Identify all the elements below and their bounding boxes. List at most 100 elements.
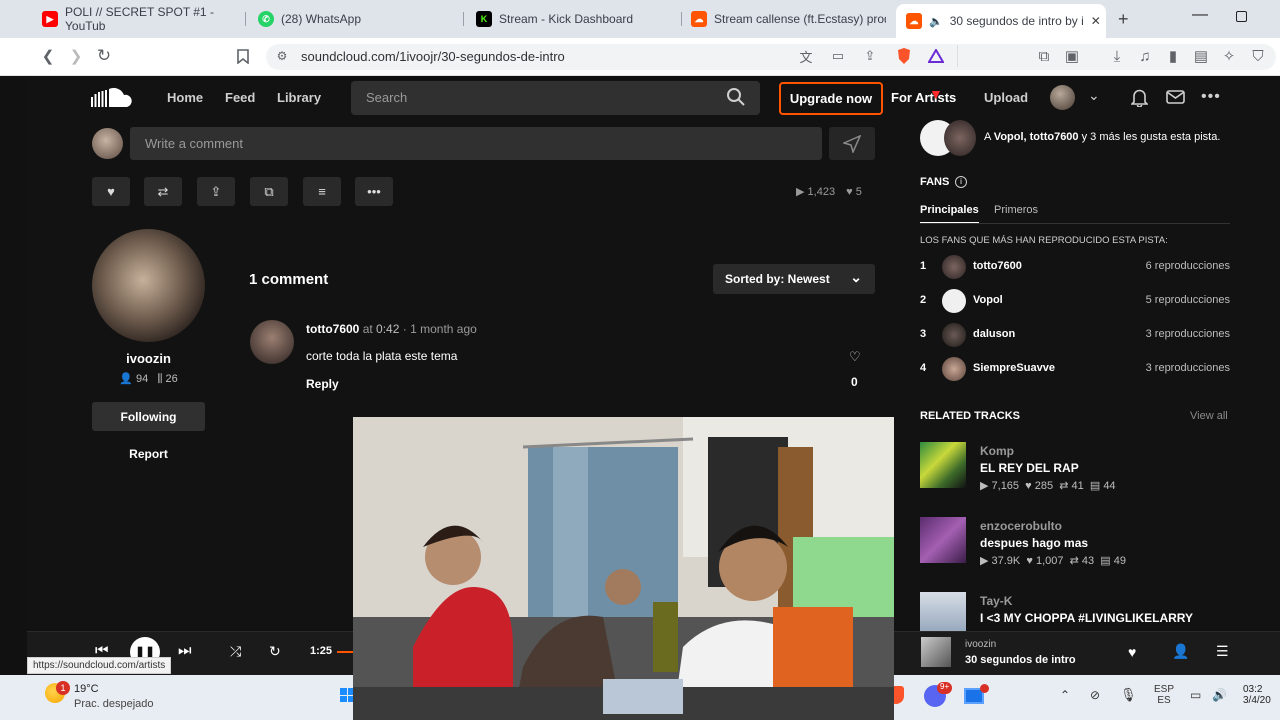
leo-ai-icon[interactable]: ✧ [1219,46,1239,66]
comment-avatar[interactable] [250,320,294,364]
track-artwork[interactable] [920,517,966,563]
related-track[interactable]: Tay-K I <3 MY CHOPPA #LIVINGLIKELARRY [920,592,1230,631]
download-icon[interactable]: ⤓ [1107,46,1127,66]
extensions-icon[interactable]: ⧉ [1034,46,1054,66]
progress-bar[interactable] [337,651,353,653]
mail-icon[interactable] [1166,90,1185,109]
related-track[interactable]: Komp EL REY DEL RAP ▶ 7,165 ♥ 285 ⇄ 41 ▤… [920,442,1230,502]
tab-whatsapp[interactable]: ✆ (28) WhatsApp [248,6,453,32]
site-settings-icon[interactable]: ⚙ [272,46,292,66]
network-off-icon[interactable]: ⊘ [1090,688,1100,702]
user-avatar[interactable] [1050,85,1075,110]
share-icon[interactable]: ⇪ [860,46,880,66]
tray-chevron-icon[interactable]: ⌃ [1060,688,1070,702]
artist-avatar[interactable] [92,229,205,342]
now-playing-artwork[interactable] [921,637,951,667]
weather-desc[interactable]: Prac. despejado [74,698,154,710]
upgrade-button[interactable]: Upgrade now [779,82,883,115]
tab-soundcloud-active[interactable]: ☁ 🔈 30 segundos de intro by i ✕ [896,4,1106,38]
clock[interactable]: 03:2 3/4/20 [1243,684,1271,706]
player-like-icon[interactable]: ♥ [1128,644,1136,660]
display-icon[interactable]: ▭ [1190,688,1201,702]
new-tab-button[interactable]: + [1118,9,1129,30]
forward-icon[interactable]: ❯ [66,46,86,66]
search-input[interactable]: Search [351,81,760,115]
microphone-icon[interactable]: 🎙 [1120,687,1137,703]
fans-tab-principales[interactable]: Principales [920,204,979,224]
weather-temp[interactable]: 19°C [74,683,99,695]
tab-youtube[interactable]: ▶ POLI // SECRET SPOT #1 - YouTub [32,5,237,33]
close-tab-icon[interactable]: ✕ [1091,14,1101,28]
mouse-cursor-icon: ▼ [929,86,943,102]
comment-input[interactable]: Write a comment [130,127,822,160]
nav-home[interactable]: Home [167,90,203,105]
tab-soundcloud-stream[interactable]: ☁ Stream callense (ft.Ecstasy) prod.g [681,6,886,32]
comment-timestamp[interactable]: 0:42 [376,322,399,336]
track-artwork[interactable] [920,592,966,631]
repost-button[interactable]: ⇄ [144,177,182,206]
wallet2-icon[interactable]: ▤ [1191,46,1211,66]
nav-for-artists[interactable]: For Artists [891,90,956,105]
more-actions-button[interactable]: ••• [355,177,393,206]
send-comment-button[interactable] [829,127,875,160]
translate-icon[interactable]: 文 [796,46,816,66]
kick-icon: K [476,11,492,27]
discord-badge: 9+ [937,682,953,694]
nav-upload[interactable]: Upload [984,90,1028,105]
artist-name[interactable]: ivoozin [92,351,205,366]
fan-row[interactable]: 2 Vopol 5 reproducciones [920,289,1230,313]
queue-icon[interactable]: ☰ [1216,643,1229,660]
comment-user[interactable]: totto7600 [306,322,359,336]
reply-link[interactable]: Reply [306,377,339,391]
now-playing-title[interactable]: 30 segundos de intro [965,654,1076,666]
now-playing-artist[interactable]: ivoozin [965,639,996,650]
copy-link-button[interactable]: ⧉ [250,177,288,206]
volume-icon[interactable]: 🔊 [1212,688,1227,702]
track-artwork[interactable] [920,442,966,488]
fan-row[interactable]: 1 totto7600 6 reproducciones [920,255,1230,279]
sort-dropdown[interactable]: Sorted by: Newest ⌄ [713,264,875,294]
chevron-down-icon[interactable]: ⌄ [1088,87,1100,104]
comment-like-icon[interactable]: ♡ [849,349,861,365]
liker-avatar-totto[interactable] [944,120,976,156]
share-button[interactable]: ⇪ [197,177,235,206]
vpn-shield-icon[interactable]: ⛉ [1248,46,1268,66]
reload-icon[interactable]: ↻ [94,46,114,66]
soundcloud-logo[interactable] [91,85,137,114]
nav-library[interactable]: Library [277,90,321,105]
repeat-icon[interactable]: ↻ [269,643,281,660]
comments-count: 1 comment [249,271,329,288]
url-text[interactable]: soundcloud.com/1ivoojr/30-segundos-de-in… [301,49,565,64]
language-indicator[interactable]: ESP ES [1154,684,1174,706]
info-icon[interactable]: i [955,176,967,188]
shuffle-icon[interactable]: ⤮ [230,643,241,660]
media-icon[interactable]: ♫ [1135,46,1155,66]
maximize-button[interactable] [1236,11,1247,22]
cast-icon[interactable]: ▭ [828,46,848,66]
like-button[interactable]: ♥ [92,177,130,206]
windows-start-icon[interactable] [340,688,354,702]
fans-tab-primeros[interactable]: Primeros [994,204,1038,216]
more-menu-icon[interactable]: ••• [1201,88,1221,106]
brave-rewards-icon[interactable] [926,46,946,66]
add-to-playlist-button[interactable]: ≡ [303,177,341,206]
nav-feed[interactable]: Feed [225,90,255,105]
tab-kick[interactable]: K Stream - Kick Dashboard [466,6,671,32]
related-track[interactable]: enzocerobulto despues hago mas ▶ 37.9K ♥… [920,517,1230,577]
search-icon[interactable] [726,87,746,112]
sidebar-icon[interactable]: ▮ [1163,46,1183,66]
following-button[interactable]: Following [92,402,205,431]
brave-shield-icon[interactable] [894,46,914,66]
bookmark-icon[interactable] [233,46,253,66]
next-icon[interactable]: ⏭ [178,642,192,659]
bell-icon[interactable] [1130,88,1149,112]
minimize-button[interactable]: — [1192,6,1208,24]
fan-row[interactable]: 4 SiempreSuavve 3 reproducciones [920,357,1230,381]
report-link[interactable]: Report [92,447,205,461]
likers-names[interactable]: Vopol, totto7600 [994,131,1079,143]
view-all-link[interactable]: View all [1190,410,1228,422]
back-icon[interactable]: ❮ [38,46,58,66]
follow-artist-icon[interactable]: 👤 [1172,643,1189,660]
wallet-icon[interactable]: ▣ [1062,46,1082,66]
fan-row[interactable]: 3 daluson 3 reproducciones [920,323,1230,347]
